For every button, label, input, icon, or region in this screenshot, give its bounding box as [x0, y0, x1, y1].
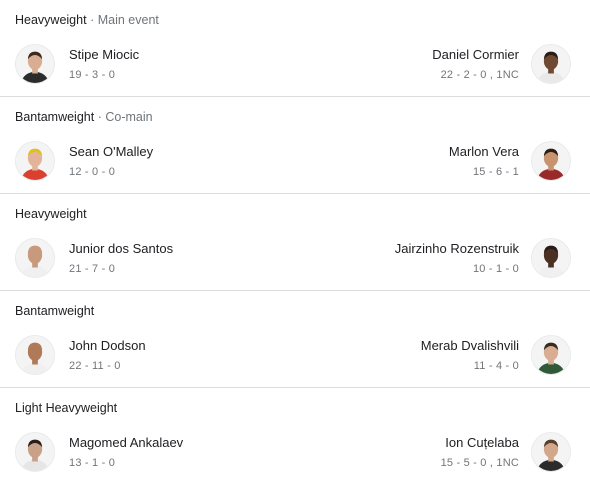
weight-class: Light Heavyweight — [15, 401, 118, 415]
fighter-a-portrait-icon — [16, 433, 54, 471]
fighter-b-avatar[interactable] — [531, 238, 571, 278]
fighter-a-name[interactable]: Junior dos Santos — [69, 241, 173, 256]
fighter-b-portrait-icon — [532, 336, 570, 374]
fighter-b-avatar[interactable] — [531, 432, 571, 472]
fighter-a-portrait-icon — [16, 45, 54, 83]
fight-header: Bantamweight · Co-main — [15, 110, 153, 124]
fighter-b-record: 15 - 6 - 1 — [472, 166, 519, 178]
fighter-a-portrait-icon — [16, 239, 54, 277]
fight-row[interactable]: Heavyweight · Main event Stipe Miocic 19… — [0, 0, 590, 97]
fight-header: Bantamweight — [15, 304, 94, 318]
fighter-a-avatar[interactable] — [15, 238, 55, 278]
fighter-b-name[interactable]: Jairzinho Rozenstruik — [395, 241, 519, 256]
fight-row[interactable]: Bantamweight John Dodson 22 - 11 - 0 Mer… — [0, 291, 590, 388]
fight-card-list: Heavyweight · Main event Stipe Miocic 19… — [0, 0, 590, 485]
fighter-a-avatar[interactable] — [15, 44, 55, 84]
fighter-a-avatar[interactable] — [15, 335, 55, 375]
fighter-a-name[interactable]: Magomed Ankalaev — [69, 435, 183, 450]
fighter-a-name[interactable]: Stipe Miocic — [69, 47, 139, 62]
fight-header: Heavyweight · Main event — [15, 13, 159, 27]
fighter-b-record: 10 - 1 - 0 — [472, 263, 519, 275]
header-separator: · — [90, 13, 95, 27]
fighter-a-record: 22 - 11 - 0 — [69, 360, 121, 372]
fighter-b-record: 15 - 5 - 0 , 1NC — [440, 457, 519, 469]
fight-row[interactable]: Heavyweight Junior dos Santos 21 - 7 - 0… — [0, 194, 590, 291]
fighter-b-record: 22 - 2 - 0 , 1NC — [440, 69, 519, 81]
fighter-b-avatar[interactable] — [531, 141, 571, 181]
fighter-b-portrait-icon — [532, 433, 570, 471]
fight-row[interactable]: Light Heavyweight Magomed Ankalaev 13 - … — [0, 388, 590, 485]
fighter-b-avatar[interactable] — [531, 335, 571, 375]
fight-row[interactable]: Bantamweight · Co-main Sean O'Malley 12 … — [0, 97, 590, 194]
weight-class: Bantamweight — [15, 304, 95, 318]
weight-class: Bantamweight — [15, 110, 95, 124]
fighter-b-portrait-icon — [532, 239, 570, 277]
weight-class: Heavyweight — [15, 13, 87, 27]
fighter-a-record: 13 - 1 - 0 — [69, 457, 116, 469]
fighter-b-name[interactable]: Daniel Cormier — [432, 47, 519, 62]
fighter-a-avatar[interactable] — [15, 432, 55, 472]
fighter-b-name[interactable]: Marlon Vera — [449, 144, 519, 159]
fight-header: Heavyweight — [15, 207, 87, 221]
fighter-a-record: 12 - 0 - 0 — [69, 166, 116, 178]
fighter-b-record: 11 - 4 - 0 — [473, 360, 519, 372]
bout-tag: Co-main — [105, 110, 153, 124]
fighter-b-name[interactable]: Ion Cuțelaba — [445, 435, 519, 450]
fighter-b-portrait-icon — [532, 45, 570, 83]
fighter-b-portrait-icon — [532, 142, 570, 180]
bout-tag: Main event — [97, 13, 159, 27]
fighter-a-avatar[interactable] — [15, 141, 55, 181]
fighter-a-portrait-icon — [16, 336, 54, 374]
fighter-b-name[interactable]: Merab Dvalishvili — [421, 338, 519, 353]
weight-class: Heavyweight — [15, 207, 87, 221]
fighter-b-avatar[interactable] — [531, 44, 571, 84]
fighter-a-name[interactable]: John Dodson — [69, 338, 146, 353]
fighter-a-record: 19 - 3 - 0 — [69, 69, 116, 81]
header-separator: · — [97, 110, 102, 124]
fighter-a-record: 21 - 7 - 0 — [69, 263, 116, 275]
fighter-a-portrait-icon — [16, 142, 54, 180]
fight-header: Light Heavyweight — [15, 401, 117, 415]
fighter-a-name[interactable]: Sean O'Malley — [69, 144, 153, 159]
